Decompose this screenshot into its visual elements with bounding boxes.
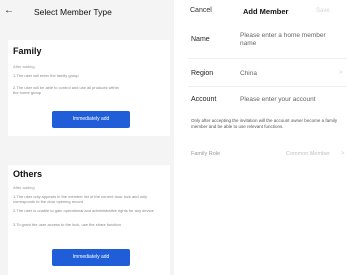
cancel-button[interactable]: Cancel: [190, 7, 212, 14]
others-immediately-add-button[interactable]: Immediately add: [52, 249, 130, 266]
family-immediately-add-button[interactable]: Immediately add: [52, 111, 130, 128]
others-card: Others After adding 1.The user only appe…: [8, 165, 170, 275]
region-label: Region: [191, 70, 214, 77]
others-note-3: 3.To grant the user access to the lock, …: [13, 222, 121, 227]
region-chevron-icon[interactable]: >: [339, 70, 343, 76]
family-note-2: 2.The user will be able to control and u…: [13, 85, 119, 95]
family-role-chevron-icon[interactable]: >: [341, 151, 345, 157]
save-button[interactable]: Save: [316, 8, 330, 14]
name-input[interactable]: Please enter a home member name: [240, 32, 340, 48]
family-card: Family After adding 1.The user will ente…: [8, 40, 170, 136]
others-note-2: 2.The user is unable to gain operational…: [13, 208, 154, 213]
family-title: Family: [13, 46, 42, 56]
account-label: Account: [191, 96, 217, 103]
family-role-value[interactable]: Common Member: [286, 151, 330, 157]
family-after-adding: After adding: [13, 64, 35, 69]
others-note-1: 1.The user only appears in the member li…: [13, 194, 148, 204]
family-note-1: 1.The user will enter the family group: [13, 73, 79, 78]
name-label: Name: [191, 36, 210, 43]
page-title: Select Member Type: [34, 7, 112, 17]
back-arrow-icon[interactable]: ←: [4, 5, 14, 16]
others-title: Others: [13, 169, 43, 179]
others-after-adding: After adding: [13, 185, 35, 190]
add-member-title: Add Member: [243, 7, 289, 16]
divider: [188, 86, 347, 87]
account-input[interactable]: Please enter your account: [240, 96, 316, 103]
family-role-label: Family Role: [191, 151, 221, 157]
divider: [188, 58, 347, 59]
invitation-note: Only after accepting the invitation will…: [191, 118, 338, 129]
region-value[interactable]: China: [240, 70, 257, 77]
